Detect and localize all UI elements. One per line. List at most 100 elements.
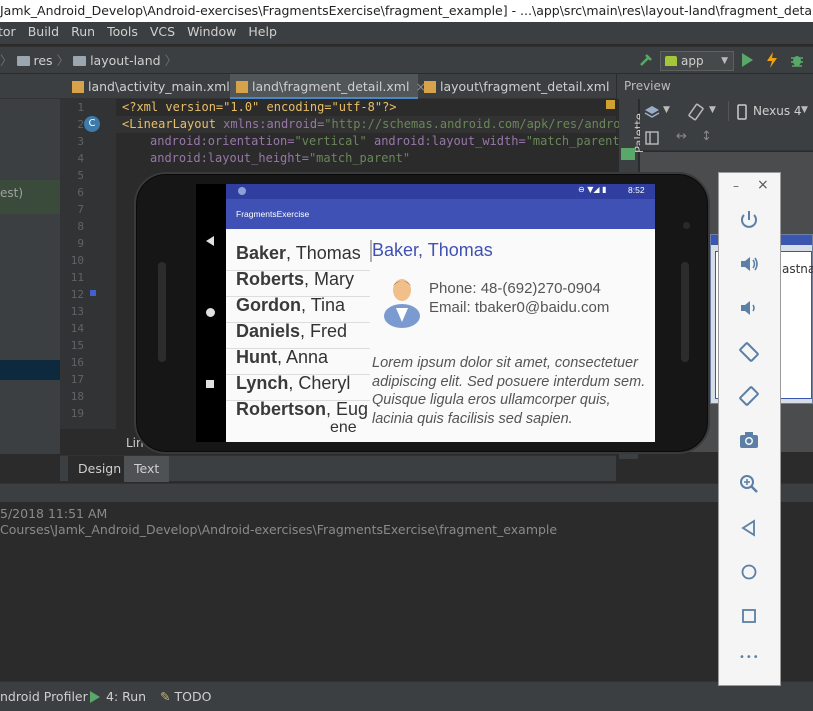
log-path[interactable]: Courses\Jamk_Android_Develop\Android-exe… bbox=[0, 522, 557, 537]
list-item[interactable]: Hunt, Anna bbox=[236, 344, 328, 370]
back-icon[interactable] bbox=[206, 236, 214, 246]
device-icon[interactable] bbox=[736, 103, 748, 121]
android-icon bbox=[665, 56, 677, 66]
xml-file-icon bbox=[72, 81, 84, 93]
toolbar-divider bbox=[728, 101, 729, 121]
rotate-right-button[interactable] bbox=[719, 374, 780, 418]
blueprint-icon[interactable] bbox=[645, 131, 659, 145]
apply-changes-icon[interactable] bbox=[765, 51, 779, 69]
chevron-down-icon[interactable]: ▼ bbox=[709, 105, 716, 115]
line-number: 12 bbox=[70, 288, 84, 301]
zoom-icon bbox=[740, 475, 758, 493]
tab-land-activity-main[interactable]: land\activity_main.xml× bbox=[66, 74, 246, 99]
menu-help[interactable]: Help bbox=[242, 22, 283, 42]
line-number: 16 bbox=[70, 356, 84, 369]
tool-window-run[interactable]: 4: Run bbox=[90, 687, 146, 707]
back-button[interactable] bbox=[719, 506, 780, 550]
close-button[interactable]: × bbox=[757, 177, 769, 193]
palette-tab[interactable]: Palette bbox=[620, 105, 646, 153]
tab-label: layout\fragment_detail.xml bbox=[440, 79, 610, 94]
volume-up-button[interactable] bbox=[719, 242, 780, 286]
emulator-screen[interactable]: ⊖ ▼◢ ▮ 8:52 FragmentsExercise Baker, Tho… bbox=[226, 184, 655, 442]
tab-label: land\activity_main.xml bbox=[88, 79, 230, 94]
tool-window-android-profiler[interactable]: ndroid Profiler bbox=[0, 687, 88, 707]
editor-mode-tabs: Design Text bbox=[60, 455, 616, 482]
line-number: 11 bbox=[70, 271, 84, 284]
breadcrumb-layout-land[interactable]: layout-land bbox=[90, 53, 161, 68]
more-button[interactable]: ••• bbox=[719, 638, 780, 682]
tool-window-bar: ndroid Profiler 4: Run ✎ TODO bbox=[0, 681, 813, 711]
menu-run[interactable]: Run bbox=[65, 22, 101, 42]
line-number: 19 bbox=[70, 407, 84, 420]
run-configuration-label: app bbox=[681, 54, 704, 68]
todo-icon: ✎ bbox=[160, 689, 171, 704]
project-tree-selected-row[interactable] bbox=[0, 360, 60, 380]
rotate-right-icon bbox=[739, 386, 759, 406]
run-icon bbox=[90, 691, 100, 703]
overview-icon[interactable] bbox=[206, 380, 214, 388]
list-item[interactable]: Lynch, Cheryl bbox=[236, 370, 350, 396]
orientation-icon[interactable] bbox=[687, 103, 705, 121]
person-list[interactable]: Baker, Thomas Roberts, Mary Gordon, Tina… bbox=[226, 234, 370, 442]
line-number: 18 bbox=[70, 390, 84, 403]
make-project-icon[interactable] bbox=[638, 52, 654, 68]
preview-title: Preview bbox=[624, 79, 671, 93]
screenshot-button[interactable] bbox=[719, 418, 780, 462]
line-number: 3 bbox=[77, 135, 84, 148]
menu-tools[interactable]: Tools bbox=[101, 22, 144, 42]
project-tree-row[interactable]: est) bbox=[0, 180, 60, 214]
status-bar bbox=[0, 483, 813, 503]
volume-down-button[interactable] bbox=[719, 286, 780, 330]
camera-icon bbox=[740, 432, 758, 448]
tool-window-todo[interactable]: ✎ TODO bbox=[160, 687, 211, 707]
tab-text[interactable]: Text bbox=[124, 456, 170, 482]
line-number: 4 bbox=[77, 152, 84, 165]
line-number: 2 bbox=[77, 118, 84, 131]
menu-vcs[interactable]: VCS bbox=[144, 22, 181, 42]
warning-marker-icon[interactable] bbox=[606, 100, 615, 109]
code-line: <LinearLayout xmlns:android="http://sche… bbox=[122, 117, 643, 131]
chevron-down-icon[interactable]: ▼ bbox=[801, 105, 808, 115]
tab-label: land\fragment_detail.xml bbox=[252, 79, 410, 94]
list-item[interactable]: Baker, Thomas bbox=[236, 240, 361, 266]
zoom-button[interactable] bbox=[719, 462, 780, 506]
volume-up-icon bbox=[741, 257, 758, 271]
power-button[interactable] bbox=[719, 198, 780, 242]
line-number: 6 bbox=[77, 186, 84, 199]
tab-design[interactable]: Design bbox=[68, 456, 132, 482]
line-number: 8 bbox=[77, 220, 84, 233]
detail-name: Baker, Thomas bbox=[372, 240, 493, 260]
chevron-down-icon[interactable]: ▼ bbox=[663, 105, 670, 115]
tab-land-fragment-detail[interactable]: land\fragment_detail.xml × bbox=[230, 74, 426, 99]
rotate-left-button[interactable] bbox=[719, 330, 780, 374]
resize-horizontal-icon[interactable]: ↔ bbox=[676, 129, 687, 144]
detail-description: Lorem ipsum dolor sit amet, consectetuer… bbox=[372, 355, 646, 427]
run-configuration-dropdown[interactable]: app ▼ bbox=[660, 51, 734, 71]
tab-layout-fragment-detail[interactable]: layout\fragment_detail.xml× bbox=[418, 74, 626, 99]
power-icon bbox=[741, 211, 757, 228]
more-icon: ••• bbox=[739, 652, 760, 663]
debug-icon[interactable] bbox=[789, 52, 805, 68]
run-icon[interactable] bbox=[742, 53, 753, 67]
menu-window[interactable]: Window bbox=[181, 22, 242, 42]
list-item[interactable]: Gordon, Tina bbox=[236, 292, 345, 318]
line-number: 13 bbox=[70, 305, 84, 318]
list-item[interactable]: Daniels, Fred bbox=[236, 318, 347, 344]
front-camera bbox=[683, 222, 690, 229]
minimize-button[interactable]: – bbox=[733, 179, 739, 193]
layers-icon[interactable] bbox=[644, 104, 660, 120]
project-pane: ⚙ ▾ ⊣ est) bbox=[0, 74, 60, 454]
line-number: 10 bbox=[70, 254, 84, 267]
overview-button[interactable] bbox=[719, 594, 780, 638]
home-button[interactable] bbox=[719, 550, 780, 594]
breadcrumb-res[interactable]: res bbox=[34, 53, 53, 68]
menu-editor[interactable]: tor bbox=[0, 22, 22, 42]
project-tree-label: est) bbox=[0, 186, 24, 200]
device-selector[interactable]: Nexus 4 bbox=[753, 104, 802, 118]
navigation-bar-phone bbox=[196, 184, 226, 442]
list-item[interactable]: Roberts, Mary bbox=[236, 266, 354, 292]
resize-vertical-icon[interactable]: ↕ bbox=[701, 129, 712, 144]
home-icon[interactable] bbox=[206, 308, 215, 317]
class-marker-icon[interactable]: C bbox=[84, 116, 100, 132]
menu-build[interactable]: Build bbox=[22, 22, 65, 42]
